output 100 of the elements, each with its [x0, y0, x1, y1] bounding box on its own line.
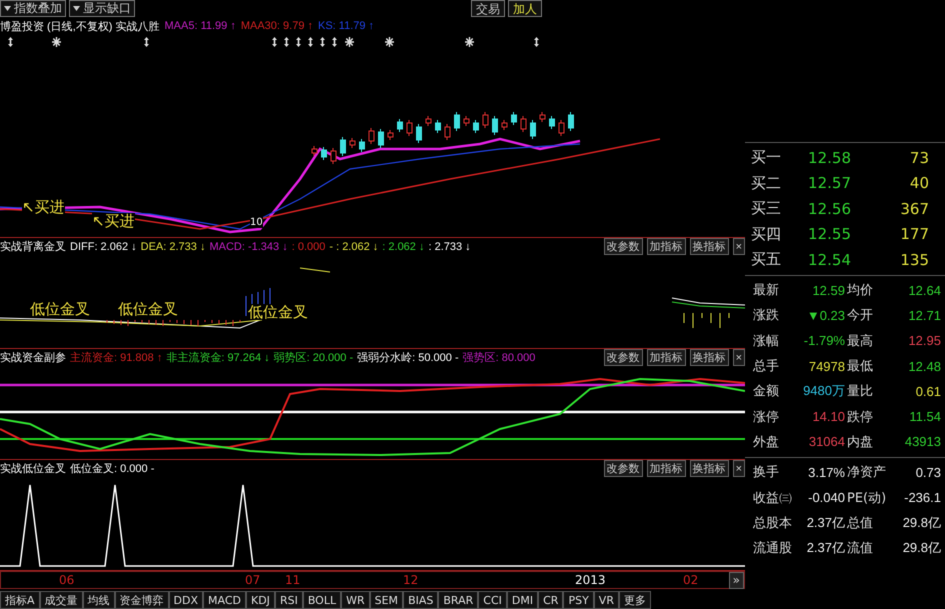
bid-price: 12.57 [807, 174, 851, 192]
quote-label: 流值 [846, 540, 874, 558]
quote-value: 0.73 [914, 464, 941, 480]
quote-label: 流通股 [752, 540, 793, 558]
indicator-reading: 主流资金: 91.808 ↑ [70, 350, 162, 366]
indicator-button[interactable]: 加指标 [646, 238, 686, 256]
candlestick [359, 138, 365, 152]
bid-price: 12.56 [807, 200, 851, 218]
indicator-reading: 低位金叉: 0.000 - [70, 462, 154, 476]
dropdown[interactable]: 显示缺口 [69, 0, 135, 18]
caret-icon [73, 6, 80, 12]
quote-label: 换手 [752, 464, 780, 482]
candlestick [511, 111, 517, 126]
quote-value: 12.64 [907, 282, 941, 298]
dropdown[interactable]: 指数叠加 [0, 0, 66, 18]
quote-label: 总值 [846, 514, 874, 532]
quote-value: 12.95 [907, 333, 941, 348]
indicator-button[interactable]: 加指标 [646, 349, 686, 366]
indicator-tab[interactable]: BIAS [403, 591, 438, 609]
indicator-tab[interactable]: SEM [370, 591, 404, 609]
indicator-reading: - : 2.062 ↓ [329, 240, 378, 253]
indicator-button[interactable]: × [732, 349, 745, 366]
quote-value: 9480万 [802, 382, 845, 400]
indicator-button[interactable]: × [732, 460, 745, 478]
indicator-tab[interactable]: MACD [203, 591, 246, 609]
bid-price: 12.54 [807, 250, 851, 269]
quote-value: -236.1 [903, 490, 941, 506]
candlestick [454, 111, 460, 132]
indicator-tab[interactable]: DMI [506, 591, 538, 609]
candlestick [397, 118, 403, 132]
indicator-button[interactable]: × [732, 238, 745, 256]
candlestick [312, 145, 318, 156]
candlestick [549, 115, 555, 130]
indicator-reading: 强势区: 80.000 [462, 350, 536, 366]
star-icon [465, 37, 474, 48]
quote-label: 内盘 [846, 434, 874, 451]
quote-value: 2.37亿 [806, 514, 845, 532]
indicator-tab[interactable]: CR [538, 591, 564, 609]
chart-annotation: 低位金叉 [248, 304, 308, 320]
axis-label: 11 [285, 572, 300, 587]
indicator-button[interactable]: 改参数 [604, 460, 643, 478]
candlestick [340, 136, 346, 156]
star-icon [385, 37, 394, 48]
indicator-tab[interactable]: RSI [274, 591, 303, 609]
quote-label: 收益㈢ [752, 490, 793, 507]
indicator-tab[interactable]: 成交量 [40, 591, 83, 609]
indicator-tab[interactable]: CCI [478, 591, 507, 609]
indicator-tab[interactable]: BRAR [438, 591, 478, 609]
indicator-tab[interactable]: 均线 [82, 591, 115, 609]
indicator-button[interactable]: 加指标 [646, 460, 686, 478]
indicator-reading: DIFF: 2.062 ↓ [70, 240, 137, 253]
indicator-tab[interactable]: WR [341, 591, 370, 609]
quote-label: 买一 [751, 148, 782, 168]
indicator-reading: : 0.000 [292, 240, 326, 253]
indicator-button[interactable]: 改参数 [604, 349, 643, 366]
bid-volume: 40 [908, 174, 929, 192]
bid-volume: 177 [899, 225, 929, 244]
axis-label: 07 [245, 572, 260, 587]
indicator-button[interactable]: 换指标 [690, 349, 729, 366]
indicator-tab[interactable]: 资金博弈 [114, 591, 169, 609]
indicator-title: 实战低位金叉 [0, 462, 66, 476]
indicator-reading: : 2.733 ↓ [428, 240, 471, 253]
quote-value: ▼0.23 [806, 308, 845, 323]
candlestick [426, 115, 432, 126]
indicator-tab[interactable]: PSY [563, 591, 594, 609]
candlestick [321, 146, 327, 160]
quote-label: 买五 [751, 250, 782, 270]
quote-label: 外盘 [752, 434, 780, 451]
indicator-tab[interactable]: 指标A [0, 591, 40, 609]
chart-title: 博盈投资 (日线,不复权) 实战八胜 [0, 20, 160, 34]
indicator-tab[interactable]: 更多 [618, 591, 651, 609]
double-arrow-icon [306, 37, 315, 48]
star-icon [52, 37, 61, 48]
candlestick [464, 115, 470, 126]
indicator-tab[interactable]: BOLL [302, 591, 342, 609]
quote-label: 涨停 [752, 408, 780, 426]
quote-label: 涨幅 [752, 332, 780, 350]
indicator-button[interactable]: 换指标 [690, 460, 729, 478]
indicator-button[interactable]: 换指标 [690, 238, 729, 256]
indicator-button[interactable]: 改参数 [604, 238, 643, 256]
chart-annotation: ↖买进 [92, 212, 135, 230]
quote-label: 总手 [752, 358, 780, 376]
quote-label: 今开 [846, 307, 874, 324]
indicator-title: 实战资金副参 [0, 350, 66, 366]
quote-label: 均价 [846, 282, 874, 300]
candlestick [444, 123, 450, 140]
indicator-tab[interactable]: DDX [168, 591, 204, 609]
bid-price: 12.55 [807, 225, 851, 244]
indicator-tab[interactable]: KDJ [246, 591, 275, 609]
quote-value: 3.17% [807, 464, 845, 480]
bid-price: 12.58 [807, 148, 851, 167]
candlestick [388, 129, 394, 140]
scroll-button[interactable]: » [728, 572, 744, 589]
toolbar-button[interactable]: 加人 [508, 0, 542, 18]
toolbar-button[interactable]: 交易 [471, 0, 505, 18]
quote-label: PE(动) [846, 490, 888, 507]
quote-label: 最低 [846, 358, 874, 376]
indicator-tab[interactable]: VR [594, 591, 619, 609]
candlestick [482, 111, 488, 128]
bid-volume: 367 [899, 200, 929, 218]
